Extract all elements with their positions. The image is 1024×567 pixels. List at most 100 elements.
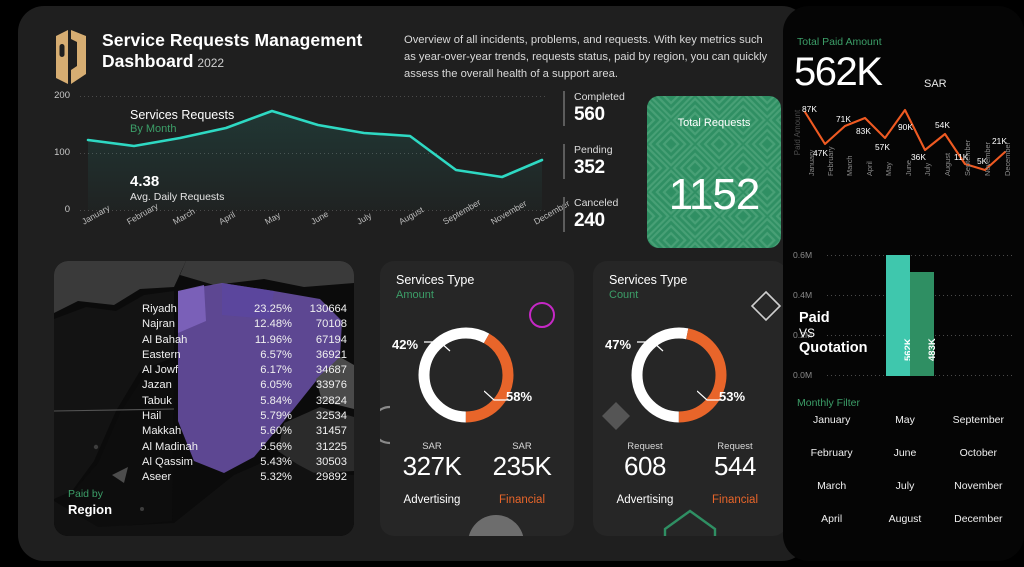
region-value: 70108 [315,318,347,331]
paid-label-january: 87K [802,104,817,114]
table-row[interactable]: Riyadh 23.25% 130664 [142,303,347,318]
total-requests-label: Total Requests [677,117,751,129]
paid-vs-quotation-title: Paid VS Quotation [799,310,867,356]
region-percent: 12.48% [254,318,292,331]
region-name: Jazan [142,379,172,392]
region-value: 29892 [315,471,347,484]
avg-daily-requests-value: 4.38 [130,173,160,190]
filter-month-november[interactable]: November [942,480,1015,492]
pvq-vs-text: VS [799,326,816,340]
bar-ytick-0-0M: 0.0M [793,370,813,380]
region-name: Riyadh [142,303,177,315]
region-name: Najran [142,318,175,331]
amount-left-value: 327K [402,451,462,481]
sp-xtick-february: February [826,146,835,176]
table-row[interactable]: Aseer 5.32% 29892 [142,471,347,486]
sp-xtick-january: January [807,149,816,176]
kpi-pending-label: Pending [574,144,613,156]
table-row[interactable]: Tabuk 5.84% 32824 [142,395,347,410]
region-percent: 5.43% [260,455,292,468]
table-row[interactable]: Hail 5.79% 32534 [142,410,347,425]
filter-month-june[interactable]: June [868,447,941,459]
paid-label-march: 71K [836,114,851,124]
region-percent: 23.25% [254,303,292,315]
region-name: Al Bahah [142,333,188,346]
region-name: Tabuk [142,394,172,407]
table-row[interactable]: Makkah 5.60% 31457 [142,425,347,440]
table-row[interactable]: Al Bahah 11.96% 67194 [142,334,347,349]
paid-label-august: 54K [935,120,950,130]
services-count-subtitle: Count [609,289,639,301]
filter-month-september[interactable]: September [942,414,1015,426]
filter-month-july[interactable]: July [868,480,941,492]
dashboard-screen: Service Requests Management Dashboard 202… [0,0,1024,567]
amount-stat-advertising: SAR 327K Advertising [384,441,480,506]
main-panel: Service Requests Management Dashboard 202… [18,6,808,561]
count-left-percent: 47% [605,337,632,352]
table-row[interactable]: Najran 12.48% 70108 [142,318,347,333]
kpi-completed: Completed 560 [563,91,643,126]
region-value: 34687 [315,364,347,377]
filter-month-january[interactable]: January [795,414,868,426]
count-right-value: 544 [714,451,756,481]
amount-left-percent: 42% [392,337,419,352]
paid-label-june: 90K [898,122,913,132]
pvq-paid-text: Paid [799,310,830,326]
kpi-completed-value: 560 [574,104,605,125]
count-stat-financial: Request 544 Financial [687,441,783,506]
line-chart-title: Services Requests [130,108,235,122]
amount-right-value: 235K [492,451,552,481]
region-percent: 5.56% [260,440,292,453]
region-value: 31457 [315,425,347,438]
region-name: Al Qassim [142,455,193,468]
line-ytick-100: 100 [54,147,70,158]
filter-month-may[interactable]: May [868,414,941,426]
side-panel: Total Paid Amount 562K SAR Paid Amount 8… [783,6,1024,561]
kpi-canceled: Canceled 240 [563,197,643,232]
table-row[interactable]: Al Qassim 5.43% 30503 [142,456,347,471]
kpi-canceled-value: 240 [574,210,605,231]
paid-by-region-map-card: Riyadh 23.25% 130664 Najran 12.48% 70108 Al … [54,261,354,536]
region-value: 36921 [315,348,347,361]
region-percent: 5.79% [260,410,292,423]
magenta-circle-decoration [529,302,555,328]
filter-month-april[interactable]: April [795,513,868,525]
region-table: Riyadh 23.25% 130664 Najran 12.48% 70108 Al … [142,303,347,487]
services-requests-line-chart: 200 100 0 Services Requests By Month 4.3… [38,90,571,244]
line-ytick-0: 0 [64,204,70,215]
sp-xtick-november: November [983,141,992,176]
bar-quotation[interactable]: 483K [910,272,962,376]
line-chart-subtitle: By Month [130,123,177,135]
region-percent: 5.60% [260,425,292,438]
table-row[interactable]: Al Jowf 6.17% 34687 [142,364,347,379]
bar-quotation-label: 483K [927,338,938,361]
region-value: 30503 [315,455,347,468]
filter-month-october[interactable]: October [942,447,1015,459]
filter-month-march[interactable]: March [795,480,868,492]
kpi-completed-label: Completed [574,91,625,103]
filter-month-february[interactable]: February [795,447,868,459]
avg-daily-requests-label: Avg. Daily Requests [130,191,225,203]
total-paid-amount-unit: SAR [924,78,947,90]
line-chart-x-axis: January February March April May June Ju… [80,197,571,248]
grey-halfcircle-decoration [468,515,524,536]
amount-left-name: Advertising [403,494,461,507]
table-row[interactable]: Al Madinah 5.56% 31225 [142,441,347,456]
region-name: Aseer [142,471,172,484]
region-name: Al Madinah [142,440,198,453]
region-value: 33976 [315,379,347,392]
filter-month-december[interactable]: December [942,513,1015,525]
table-row[interactable]: Jazan 6.05% 33976 [142,379,347,394]
region-percent: 6.57% [260,348,292,361]
region-name: Al Jowf [142,364,179,377]
filter-month-august[interactable]: August [868,513,941,525]
paid-label-may: 57K [875,142,890,152]
services-amount-subtitle: Amount [396,289,434,301]
sp-xtick-april: April [865,161,874,176]
table-row[interactable]: Eastern 6.57% 36921 [142,349,347,364]
kpi-canceled-label: Canceled [574,197,619,209]
line-ytick-200: 200 [54,90,70,101]
total-requests-card: Total Requests 1152 [647,96,781,248]
leader-line-left [424,341,451,352]
kpi-column: Completed 560 Pending 352 Canceled 240 [563,91,643,246]
